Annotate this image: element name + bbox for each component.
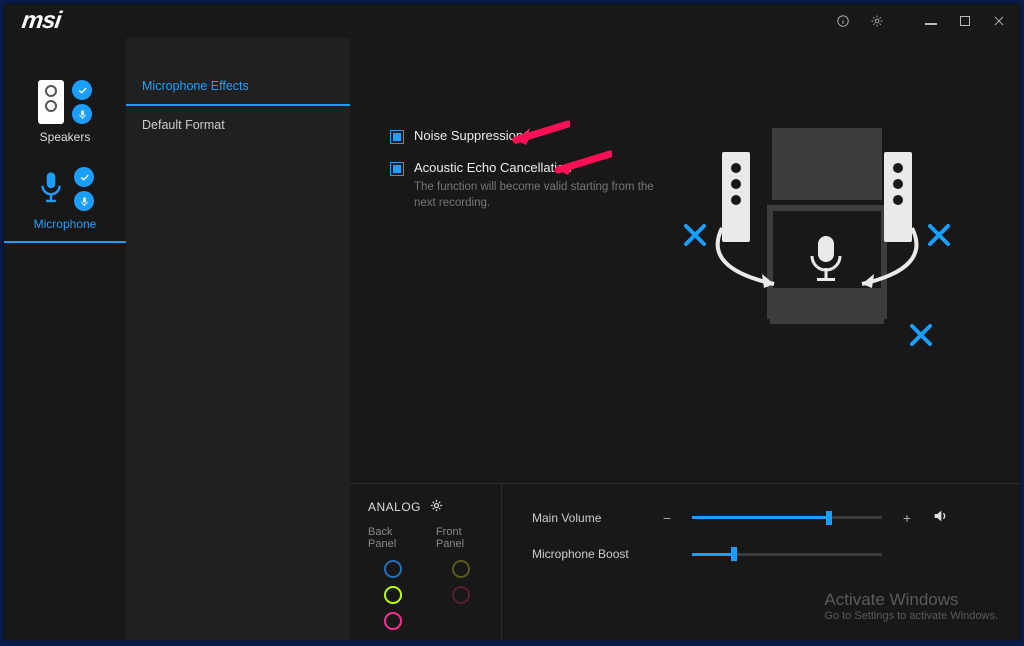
device-sidebar: Speakers Microphone [4, 38, 126, 640]
echo-cancellation-label: Acoustic Echo Cancellation [414, 160, 674, 175]
device-microphone-label: Microphone [34, 217, 97, 231]
analog-settings-button[interactable] [429, 498, 444, 516]
device-speakers-label: Speakers [40, 130, 91, 144]
main-volume-increase[interactable]: + [900, 510, 914, 526]
info-button[interactable] [828, 6, 858, 36]
maximize-icon [960, 16, 970, 26]
echo-cancellation-checkbox[interactable] [390, 162, 404, 176]
device-speakers[interactable]: Speakers [4, 68, 126, 155]
activate-windows-watermark: Activate Windows Go to Settings to activ… [824, 590, 998, 622]
info-icon [836, 14, 850, 28]
speaker-volume-icon[interactable] [932, 508, 948, 527]
maximize-button[interactable] [950, 6, 980, 36]
nav-microphone-effects[interactable]: Microphone Effects [126, 68, 350, 106]
mic-boost-slider[interactable] [692, 547, 882, 561]
gear-icon [429, 498, 444, 513]
echo-diagram [662, 128, 972, 418]
mic-badge-icon [72, 104, 92, 124]
main-volume-slider[interactable] [692, 511, 882, 525]
minimize-icon [925, 23, 937, 25]
microphone-icon [36, 170, 66, 209]
minimize-button[interactable] [916, 6, 946, 36]
main-volume-label: Main Volume [532, 511, 642, 525]
jack-back-lime[interactable] [384, 586, 402, 604]
echo-cancellation-sub: The function will become valid starting … [414, 179, 674, 211]
jack-front-olive[interactable] [452, 560, 470, 578]
speaker-icon [38, 80, 64, 124]
nav-default-format[interactable]: Default Format [126, 106, 350, 144]
mic-badge-icon [74, 191, 94, 211]
bottom-panel: ANALOG Back Panel Front P [350, 483, 1020, 640]
analog-panel: ANALOG Back Panel Front P [350, 484, 502, 640]
brand-logo: msi [20, 7, 62, 35]
jack-back-pink[interactable] [384, 612, 402, 630]
volume-panel: Main Volume − + Microphone Boo [502, 484, 1020, 640]
settings-button[interactable] [862, 6, 892, 36]
noise-suppression-label: Noise Suppression [414, 128, 523, 143]
content-area: Noise Suppression Acoustic Echo Cancella… [350, 38, 1020, 640]
check-badge-icon [74, 167, 94, 187]
jack-front-maroon[interactable] [452, 586, 470, 604]
back-panel-label: Back Panel [368, 526, 418, 550]
settings-nav: Microphone Effects Default Format [126, 38, 350, 640]
gear-icon [870, 14, 884, 28]
mic-boost-label: Microphone Boost [532, 547, 642, 561]
main-volume-decrease[interactable]: − [660, 510, 674, 526]
check-badge-icon [72, 80, 92, 100]
front-panel-label: Front Panel [436, 526, 487, 550]
close-button[interactable] [984, 6, 1014, 36]
analog-title: ANALOG [368, 500, 421, 514]
noise-suppression-checkbox[interactable] [390, 130, 404, 144]
device-microphone[interactable]: Microphone [4, 155, 126, 243]
app-window: msi [4, 4, 1020, 640]
jack-back-blue[interactable] [384, 560, 402, 578]
close-icon [992, 14, 1006, 28]
title-bar: msi [4, 4, 1020, 38]
